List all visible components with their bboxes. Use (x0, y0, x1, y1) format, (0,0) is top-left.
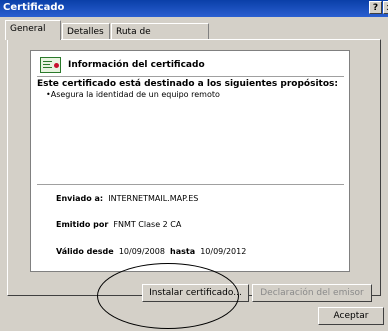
issued-by-row: Emitido por FNMT Clase 2 CA (56, 220, 181, 229)
tab-certification-path[interactable]: Ruta de certificación (111, 23, 209, 53)
heading-divider (37, 76, 344, 77)
valid-from-label: Válido desde (56, 247, 114, 256)
tab-details-label: Detalles (67, 27, 104, 37)
issued-to-label: Enviado a: (56, 194, 104, 203)
info-heading: Información del certificado (68, 60, 205, 70)
help-button[interactable]: ? (369, 1, 382, 14)
title-bar: Certificado ? x (0, 0, 388, 17)
purposes-divider (37, 184, 344, 185)
ok-button[interactable]: Aceptar (318, 307, 384, 325)
valid-from-value: 10/09/2008 (118, 247, 165, 256)
dialog-body: General Detalles Ruta de certificación I… (0, 17, 388, 331)
close-button[interactable]: x (383, 1, 388, 14)
issued-by-value: FNMT Clase 2 CA (113, 220, 182, 229)
issued-to-value: INTERNETMAIL.MAP.ES (108, 194, 199, 203)
purposes-title: Este certificado está destinado a los si… (37, 79, 338, 89)
valid-to-label: hasta (170, 247, 196, 256)
tab-general[interactable]: General (5, 20, 61, 40)
validity-row: Válido desde 10/09/2008 hasta 10/09/2012 (56, 247, 246, 256)
purpose-item: •Asegura la identidad de un equipo remot… (46, 90, 220, 99)
tab-general-label: General (10, 24, 46, 34)
install-certificate-button[interactable]: Instalar certificado... (142, 284, 249, 302)
issued-to-row: Enviado a: INTERNETMAIL.MAP.ES (56, 194, 198, 203)
certificate-info-box: Información del certificado Este certifi… (30, 50, 350, 272)
issued-by-label: Emitido por (56, 220, 109, 229)
valid-to-value: 10/09/2012 (200, 247, 247, 256)
certificate-icon (40, 57, 61, 73)
tab-details[interactable]: Detalles (62, 23, 110, 39)
window-title: Certificado (3, 2, 65, 13)
issuer-statement-button[interactable]: Declaración del emisor (252, 284, 372, 302)
